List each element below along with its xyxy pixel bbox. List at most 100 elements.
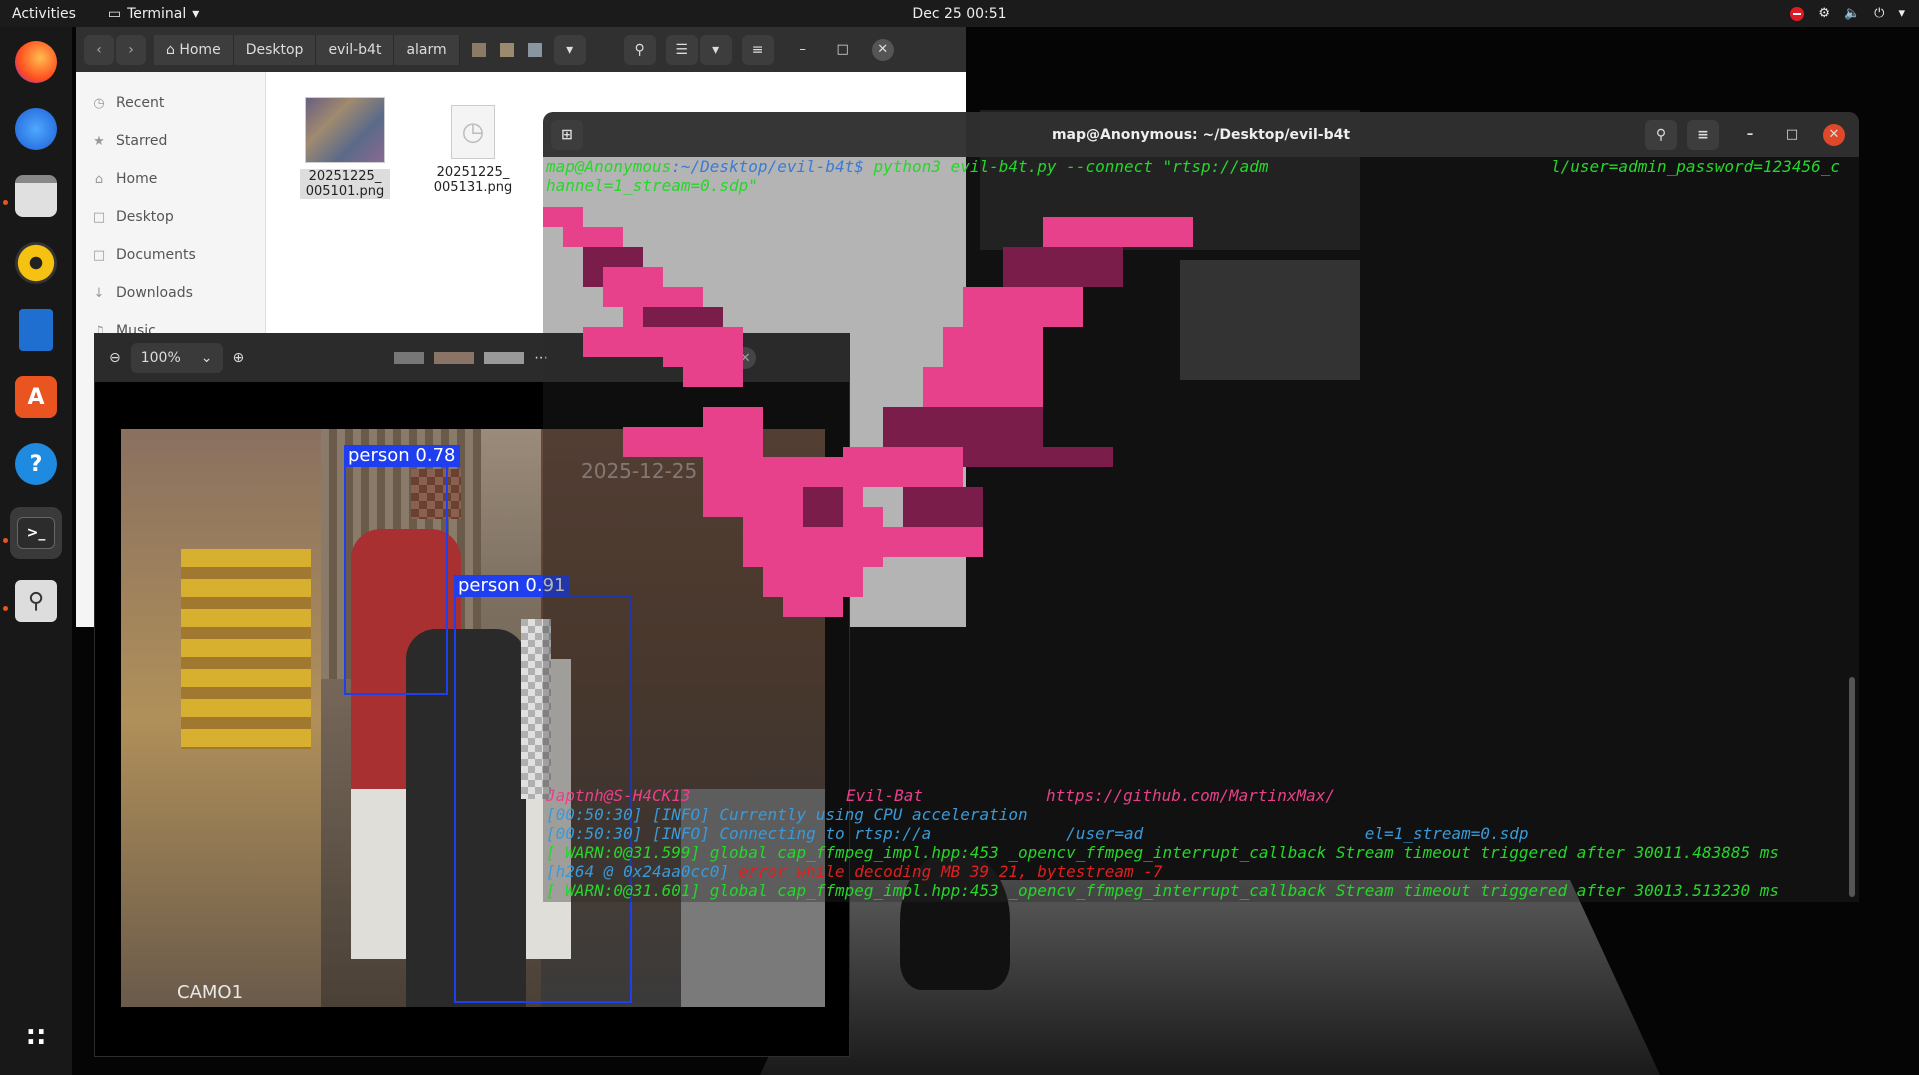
system-tray[interactable]: ⚙ 🔈 ⏻ ▾ <box>1790 0 1905 27</box>
bat-pixel <box>883 407 1043 447</box>
view-options-button[interactable]: ▾ <box>699 34 732 65</box>
minimize-button[interactable]: – <box>792 39 814 61</box>
hamburger-icon: ≡ <box>1697 126 1709 143</box>
image-thumbnail <box>305 97 385 163</box>
terminal-output[interactable]: map@Anonymous:~/Desktop/evil-b4t$ python… <box>543 157 1859 902</box>
log-line-prefix: [h264 @ 0x24c141c0] <box>546 900 739 902</box>
redacted-block <box>394 352 425 364</box>
files-launcher[interactable] <box>10 170 62 222</box>
close-icon: ✕ <box>1828 127 1840 142</box>
sidebar-item-desktop[interactable]: □ Desktop <box>76 198 265 236</box>
menu-button[interactable]: ≡ <box>741 34 774 65</box>
file-name: 20251225_ 005101.png <box>300 169 390 199</box>
log-line-error: error while decoding MB 39 21, bytestrea… <box>738 862 1163 881</box>
chevron-down-icon[interactable]: ▾ <box>1898 6 1905 21</box>
log-line: [h264 @ 0x24c141c0] error while decoding… <box>546 900 1798 902</box>
log-line: [h264 @ 0x24aa0cc0] error while decoding… <box>546 862 1798 881</box>
file-item[interactable]: ◷ 20251225_ 005131.png <box>428 105 518 195</box>
running-indicator <box>3 538 8 543</box>
chevron-down-icon: ▾ <box>566 41 574 58</box>
redacted-block <box>484 352 525 364</box>
writer-launcher[interactable] <box>10 304 62 356</box>
terminal-minimize-button[interactable]: – <box>1739 124 1761 146</box>
thunderbird-launcher[interactable] <box>10 103 62 155</box>
terminal-launcher[interactable]: >_ <box>10 507 62 559</box>
sidebar-item-downloads[interactable]: ↓ Downloads <box>76 274 265 312</box>
view-toggle-button[interactable]: ☰ <box>665 34 698 65</box>
app-menu[interactable]: ▭ Terminal ▾ <box>108 6 199 22</box>
bat-pixel <box>963 447 1113 467</box>
terminal-maximize-button[interactable]: □ <box>1781 124 1803 146</box>
zoom-level-select[interactable]: 100% ⌄ <box>130 343 223 373</box>
prompt-path: :~/Desktop/evil-b4t$ <box>671 157 864 176</box>
breadcrumb-desktop[interactable]: Desktop <box>233 34 317 65</box>
power-icon[interactable]: ⏻ <box>1874 6 1884 21</box>
chevron-down-icon: ▾ <box>712 41 720 58</box>
command-line-continuation: hannel=1_stream=0.sdp" <box>546 176 758 195</box>
image-viewer-icon: ⚲ <box>15 580 57 622</box>
terminal-close-button[interactable]: ✕ <box>1823 123 1845 146</box>
terminal-search-button[interactable]: ⚲ <box>1645 119 1677 150</box>
writer-icon <box>19 309 53 351</box>
breadcrumb-evil-b4t[interactable]: evil-b4t <box>316 34 395 65</box>
search-button[interactable]: ⚲ <box>623 34 656 65</box>
zoom-in-button[interactable]: ⊕ <box>233 350 245 366</box>
show-apps-icon: ∷ <box>26 1023 46 1053</box>
forward-button[interactable]: › <box>116 34 146 65</box>
rhythmbox-launcher[interactable] <box>10 237 62 289</box>
sidebar-item-recent[interactable]: ◷ Recent <box>76 84 265 122</box>
folder-icon: □ <box>92 209 106 225</box>
log-output: [00:50:30] [INFO] Currently using CPU ac… <box>546 805 1798 902</box>
help-launcher[interactable]: ? <box>10 438 62 490</box>
sidebar-item-label: Starred <box>116 133 168 149</box>
software-launcher[interactable]: A <box>10 371 62 423</box>
software-icon: A <box>15 376 57 418</box>
activities-button[interactable]: Activities <box>12 6 76 22</box>
volume-icon[interactable]: 🔈 <box>1844 6 1860 21</box>
image-viewer-launcher[interactable]: ⚲ <box>10 575 62 627</box>
bat-pixel <box>863 527 983 557</box>
clock[interactable]: Dec 25 00:51 <box>0 6 1919 22</box>
redacted-block <box>499 42 514 57</box>
firefox-launcher[interactable] <box>10 36 62 88</box>
zoom-out-button[interactable]: ⊖ <box>109 350 121 366</box>
breadcrumb: ⌂ Home Desktop evil-b4t alarm <box>154 34 460 65</box>
breadcrumb-label: Home <box>179 41 221 58</box>
dock: A ? >_ ⚲ ∷ <box>0 27 72 1075</box>
download-icon: ↓ <box>93 285 105 301</box>
sidebar-item-documents[interactable]: □ Documents <box>76 236 265 274</box>
bat-pixel <box>583 327 663 357</box>
do-not-disturb-icon[interactable] <box>1790 6 1805 21</box>
chevron-right-icon: › <box>128 41 134 58</box>
terminal-icon: >_ <box>17 517 55 549</box>
top-bar: Activities ▭ Terminal ▾ Dec 25 00:51 ⚙ 🔈… <box>0 0 1919 27</box>
bat-pixel <box>943 327 1043 367</box>
file-item[interactable]: 20251225_ 005101.png <box>300 97 390 199</box>
show-apps-button[interactable]: ∷ <box>10 1012 62 1064</box>
terminal-window: ⊞ map@Anonymous: ~/Desktop/evil-b4t ⚲ ≡ … <box>543 112 1859 902</box>
bat-pixel <box>763 557 863 597</box>
breadcrumb-home[interactable]: ⌂ Home <box>154 34 234 65</box>
evil-bat-ascii-art <box>543 207 1193 617</box>
bat-pixel <box>963 287 1083 327</box>
more-path-button[interactable]: ▾ <box>553 34 586 65</box>
chevron-down-icon: ⌄ <box>200 350 213 366</box>
bat-pixel <box>903 487 983 527</box>
bat-pixel <box>923 367 1043 407</box>
back-button[interactable]: ‹ <box>84 34 114 65</box>
command-text-tail: l/user=admin_password=123456_c <box>1551 157 1840 176</box>
running-indicator <box>3 200 8 205</box>
zoom-out-icon: ⊖ <box>109 350 121 366</box>
sidebar-item-label: Recent <box>116 95 165 111</box>
terminal-menu-button[interactable]: ≡ <box>1687 119 1719 150</box>
running-indicator <box>3 606 8 611</box>
network-icon[interactable]: ⚙ <box>1818 6 1830 21</box>
clock-icon: ◷ <box>93 95 105 111</box>
maximize-button[interactable]: □ <box>832 39 854 61</box>
sidebar-item-home[interactable]: ⌂ Home <box>76 160 265 198</box>
firefox-icon <box>15 41 57 83</box>
close-button[interactable]: ✕ <box>871 38 894 61</box>
breadcrumb-alarm[interactable]: alarm <box>394 34 460 65</box>
sidebar-item-starred[interactable]: ★ Starred <box>76 122 265 160</box>
terminal-scrollbar[interactable] <box>1849 677 1855 897</box>
